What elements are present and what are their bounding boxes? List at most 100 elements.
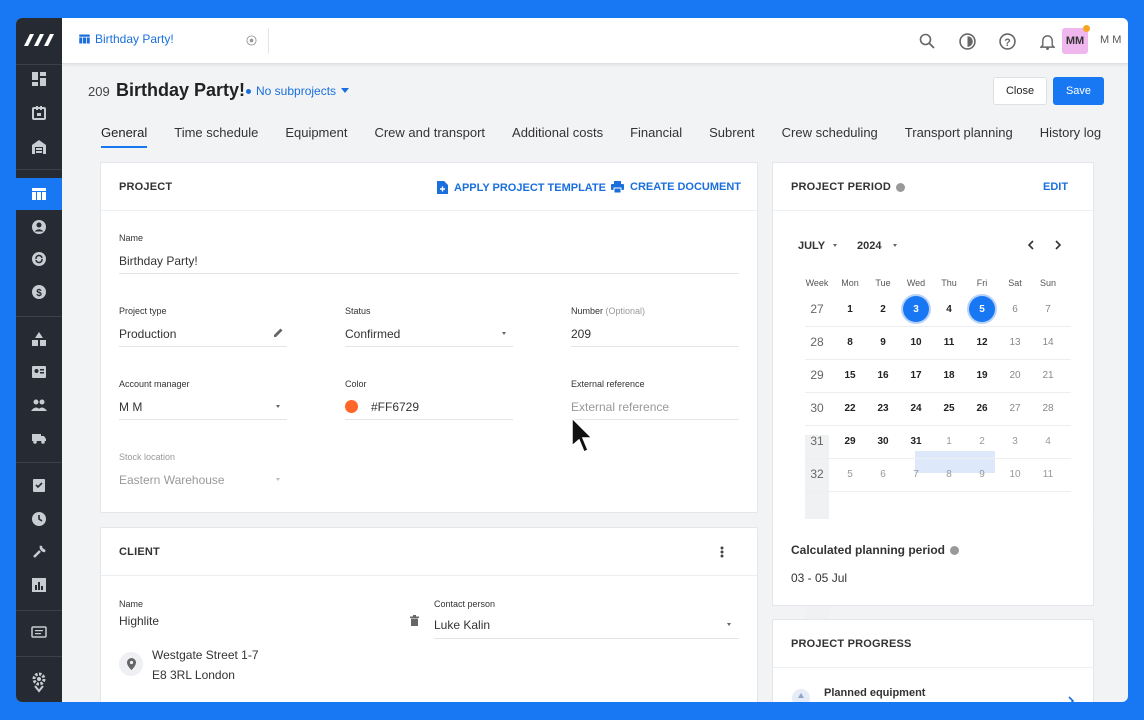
calendar-day[interactable]: 5 [837, 461, 863, 487]
more-vertical-icon[interactable] [720, 546, 724, 558]
planned-equipment-label[interactable]: Planned equipment [824, 687, 925, 699]
calendar-day[interactable]: 6 [870, 461, 896, 487]
nav-messages-icon[interactable] [16, 618, 62, 648]
calendar-day[interactable]: 19 [969, 362, 995, 388]
prev-month-icon[interactable] [1027, 240, 1034, 250]
calendar-day[interactable]: 3 [1002, 428, 1028, 454]
tab-equipment[interactable]: Equipment [285, 125, 347, 148]
next-month-icon[interactable] [1055, 240, 1062, 250]
tab-time-schedule[interactable]: Time schedule [174, 125, 258, 148]
nav-expand-chevron-icon[interactable] [16, 682, 62, 696]
open-tab-project[interactable]: Birthday Party! [78, 32, 174, 46]
calendar-day[interactable]: 1 [837, 296, 863, 322]
nav-wrench-icon[interactable] [16, 537, 62, 567]
nav-contacts-icon[interactable] [16, 212, 62, 242]
calendar-month-select[interactable]: JULY [798, 240, 825, 252]
calendar-day[interactable]: 5 [969, 296, 995, 322]
calendar-day[interactable]: 13 [1002, 329, 1028, 355]
tab-crew-and-transport[interactable]: Crew and transport [374, 125, 485, 148]
calendar-day[interactable]: 12 [969, 329, 995, 355]
calendar-day[interactable]: 30 [870, 428, 896, 454]
calendar-day[interactable]: 7 [903, 461, 929, 487]
calendar-day[interactable]: 11 [936, 329, 962, 355]
calendar-day[interactable]: 6 [1002, 296, 1028, 322]
calendar-day[interactable]: 2 [870, 296, 896, 322]
color-field[interactable]: #FF6729 [371, 400, 419, 414]
create-document-button[interactable]: CREATE DOCUMENT [611, 181, 741, 193]
delete-trash-icon[interactable] [410, 615, 419, 626]
nav-calendar-icon[interactable] [16, 98, 62, 128]
nav-sync-icon[interactable] [16, 244, 62, 274]
calendar-day[interactable]: 9 [870, 329, 896, 355]
calendar-day[interactable]: 7 [1035, 296, 1061, 322]
user-avatar[interactable]: MM [1062, 28, 1088, 54]
tab-financial[interactable]: Financial [630, 125, 682, 148]
calendar-day[interactable]: 21 [1035, 362, 1061, 388]
notifications-bell-icon[interactable] [1037, 31, 1057, 51]
help-icon[interactable]: ? [997, 31, 1017, 51]
close-button[interactable]: Close [993, 77, 1047, 105]
project-type-field[interactable]: Production [119, 327, 176, 341]
theme-contrast-icon[interactable] [957, 31, 977, 51]
calendar-day[interactable]: 3 [903, 296, 929, 322]
chevron-right-icon[interactable] [1068, 696, 1075, 702]
nav-finance-icon[interactable]: $ [16, 277, 62, 307]
calendar-year-select[interactable]: 2024 [857, 240, 881, 252]
nav-truck-icon[interactable] [16, 423, 62, 453]
number-field[interactable]: 209 [571, 327, 591, 341]
calendar-day[interactable]: 15 [837, 362, 863, 388]
contact-person-select[interactable]: Luke Kalin [434, 618, 490, 632]
calendar-day[interactable]: 31 [903, 428, 929, 454]
calendar-day[interactable]: 20 [1002, 362, 1028, 388]
tab-crew-scheduling[interactable]: Crew scheduling [782, 125, 878, 148]
calendar-day[interactable]: 9 [969, 461, 995, 487]
client-name-value[interactable]: Highlite [119, 614, 159, 628]
apply-template-button[interactable]: APPLY PROJECT TEMPLATE [437, 181, 606, 194]
user-name[interactable]: M M [1100, 34, 1121, 46]
calendar-day[interactable]: 17 [903, 362, 929, 388]
nav-reports-icon[interactable] [16, 570, 62, 600]
subprojects-dropdown[interactable]: No subprojects [246, 84, 350, 98]
calendar-day[interactable]: 11 [1035, 461, 1061, 487]
nav-equipment-icon[interactable] [16, 324, 62, 354]
calendar-day[interactable]: 24 [903, 395, 929, 421]
calendar-day[interactable]: 29 [837, 428, 863, 454]
calendar-day[interactable]: 23 [870, 395, 896, 421]
tab-history-log[interactable]: History log [1040, 125, 1101, 148]
calendar-day[interactable]: 18 [936, 362, 962, 388]
calendar-day[interactable]: 1 [936, 428, 962, 454]
calendar-day[interactable]: 27 [1002, 395, 1028, 421]
color-swatch[interactable] [345, 400, 358, 413]
save-button[interactable]: Save [1053, 77, 1104, 105]
calendar-day[interactable]: 26 [969, 395, 995, 421]
calendar-day[interactable]: 8 [837, 329, 863, 355]
nav-crew-card-icon[interactable] [16, 357, 62, 387]
account-manager-select[interactable]: M M [119, 400, 142, 414]
nav-warehouse-icon[interactable] [16, 132, 62, 162]
tab-transport-planning[interactable]: Transport planning [905, 125, 1013, 148]
edit-pencil-icon[interactable] [273, 327, 284, 338]
nav-clock-icon[interactable] [16, 504, 62, 534]
edit-period-button[interactable]: EDIT [1043, 181, 1068, 193]
project-name-field[interactable]: Birthday Party! [119, 254, 198, 268]
calendar-day[interactable]: 28 [1035, 395, 1061, 421]
calendar-day[interactable]: 14 [1035, 329, 1061, 355]
search-icon[interactable] [917, 31, 937, 51]
calendar-day[interactable]: 4 [936, 296, 962, 322]
calendar-day[interactable]: 10 [1002, 461, 1028, 487]
tab-subrent[interactable]: Subrent [709, 125, 755, 148]
status-select[interactable]: Confirmed [345, 327, 400, 341]
calendar-day[interactable]: 10 [903, 329, 929, 355]
calendar-day[interactable]: 16 [870, 362, 896, 388]
nav-tasks-icon[interactable] [16, 470, 62, 500]
calendar-day[interactable]: 4 [1035, 428, 1061, 454]
calendar-day[interactable]: 25 [936, 395, 962, 421]
nav-dashboard-icon[interactable] [16, 64, 62, 94]
tab-additional-costs[interactable]: Additional costs [512, 125, 603, 148]
nav-people-icon[interactable] [16, 390, 62, 420]
tab-general[interactable]: General [101, 125, 148, 148]
tab-close-icon[interactable] [246, 35, 257, 46]
external-reference-input[interactable]: External reference [571, 400, 669, 414]
calendar-day[interactable]: 8 [936, 461, 962, 487]
calendar-day[interactable]: 22 [837, 395, 863, 421]
